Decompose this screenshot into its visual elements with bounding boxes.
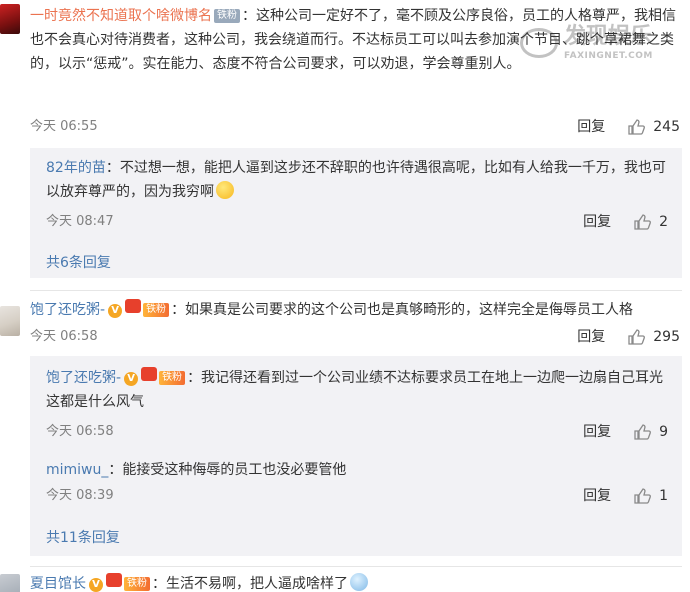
fan-badge: 铁粉 bbox=[124, 577, 150, 591]
avatar[interactable] bbox=[0, 306, 20, 336]
reply-button[interactable]: 回复 bbox=[583, 212, 611, 232]
fan-badge: 铁粉 bbox=[214, 9, 240, 23]
comment-text: ：生活不易啊，把人逼成啥样了 bbox=[152, 576, 348, 592]
thumbs-up-icon[interactable] bbox=[627, 118, 646, 136]
thumbs-up-icon[interactable] bbox=[633, 213, 652, 231]
more-replies-link[interactable]: 共11条回复 bbox=[46, 528, 120, 548]
reply-item: 饱了还吃粥- V 铁粉 ：我记得还看到过一个公司业绩不达标要求员工在地上一边爬一边扇自… bbox=[46, 366, 674, 414]
comment-body: 饱了还吃粥- V 铁粉 ：如果真是公司要求的这个公司也是真够畸形的，这样完全是侮辱员工… bbox=[30, 298, 682, 322]
reply-button[interactable]: 回复 bbox=[577, 117, 605, 137]
comment-body: 一时竟然不知道取个啥微博名 铁粉 ：这种公司一定好不了，毫不顾及公序良俗，员工的人格… bbox=[30, 4, 682, 76]
reply-text: ：我记得还看到过一个公司业绩不达标要求员工在地上一边爬一边扇自己耳光 这都是什么… bbox=[46, 370, 664, 410]
comment-feed: 发现娱乐 FAXINGNET.COM 一时竟然不知道取个啥微博名 铁粉 ：这种公司一… bbox=[0, 0, 690, 592]
reply-item: 82年的苗：不过想一想，能把人逼到这步还不辞职的也许待遇很高呢，比如有人给我一千… bbox=[46, 156, 674, 204]
comment-time: 今天 06:58 bbox=[30, 329, 98, 344]
medal-icon bbox=[141, 367, 158, 381]
reply-username[interactable]: 82年的苗 bbox=[46, 160, 106, 176]
medal-icon bbox=[106, 573, 122, 587]
reply-actions: 回复 9 bbox=[583, 422, 668, 442]
fan-badge: 铁粉 bbox=[159, 371, 186, 385]
reply-panel: 饱了还吃粥- V 铁粉 ：我记得还看到过一个公司业绩不达标要求员工在地上一边爬一边扇自… bbox=[30, 356, 682, 556]
divider bbox=[30, 290, 682, 291]
like-count: 295 bbox=[653, 329, 680, 345]
thumbs-up-icon[interactable] bbox=[633, 423, 652, 441]
fan-badge: 铁粉 bbox=[143, 303, 170, 317]
medal-icon bbox=[125, 299, 142, 313]
reply-username[interactable]: mimiwu_ bbox=[46, 462, 108, 478]
like-count: 2 bbox=[659, 214, 668, 230]
like-count: 1 bbox=[659, 488, 668, 504]
reply-item: mimiwu_：能接受这种侮辱的员工也没必要管他 bbox=[46, 458, 674, 482]
avatar[interactable] bbox=[0, 4, 20, 34]
comment-username[interactable]: 夏目馆长 bbox=[30, 576, 86, 592]
reply-time: 今天 08:39 bbox=[46, 488, 114, 503]
comment-username[interactable]: 饱了还吃粥- bbox=[30, 302, 105, 318]
doraemon-emoji-icon bbox=[350, 573, 368, 591]
reply-button[interactable]: 回复 bbox=[583, 422, 611, 442]
laugh-emoji-icon bbox=[216, 181, 234, 199]
like-count: 9 bbox=[659, 424, 668, 440]
reply-time: 今天 06:58 bbox=[46, 424, 114, 439]
thumbs-up-icon[interactable] bbox=[627, 328, 646, 346]
thumbs-up-icon[interactable] bbox=[633, 487, 652, 505]
comment-actions: 回复 245 bbox=[577, 117, 680, 137]
reply-button[interactable]: 回复 bbox=[577, 327, 605, 347]
reply-button[interactable]: 回复 bbox=[583, 486, 611, 506]
comment-body: 夏目馆长 V 铁粉 ：生活不易啊，把人逼成啥样了 bbox=[30, 572, 682, 592]
verified-v-icon: V bbox=[108, 304, 123, 318]
reply-time: 今天 08:47 bbox=[46, 214, 114, 229]
divider bbox=[30, 566, 682, 567]
reply-username[interactable]: 饱了还吃粥- bbox=[46, 370, 121, 386]
verified-v-icon: V bbox=[89, 578, 103, 592]
reply-actions: 回复 1 bbox=[583, 486, 668, 506]
reply-text: ：不过想一想，能把人逼到这步还不辞职的也许待遇很高呢，比如有人给我一千万，我也可… bbox=[46, 160, 666, 200]
more-replies-link[interactable]: 共6条回复 bbox=[46, 253, 111, 273]
comment-time: 今天 06:55 bbox=[30, 119, 98, 134]
comment-username[interactable]: 一时竟然不知道取个啥微博名 bbox=[30, 8, 212, 24]
comment-actions: 回复 295 bbox=[577, 327, 680, 347]
avatar[interactable] bbox=[0, 574, 20, 592]
verified-v-icon: V bbox=[124, 372, 139, 386]
reply-panel: 82年的苗：不过想一想，能把人逼到这步还不辞职的也许待遇很高呢，比如有人给我一千… bbox=[30, 148, 682, 278]
comment-text: ：如果真是公司要求的这个公司也是真够畸形的，这样完全是侮辱员工人格 bbox=[171, 302, 634, 318]
reply-text: ：能接受这种侮辱的员工也没必要管他 bbox=[108, 462, 347, 478]
like-count: 245 bbox=[653, 119, 680, 135]
reply-actions: 回复 2 bbox=[583, 212, 668, 232]
